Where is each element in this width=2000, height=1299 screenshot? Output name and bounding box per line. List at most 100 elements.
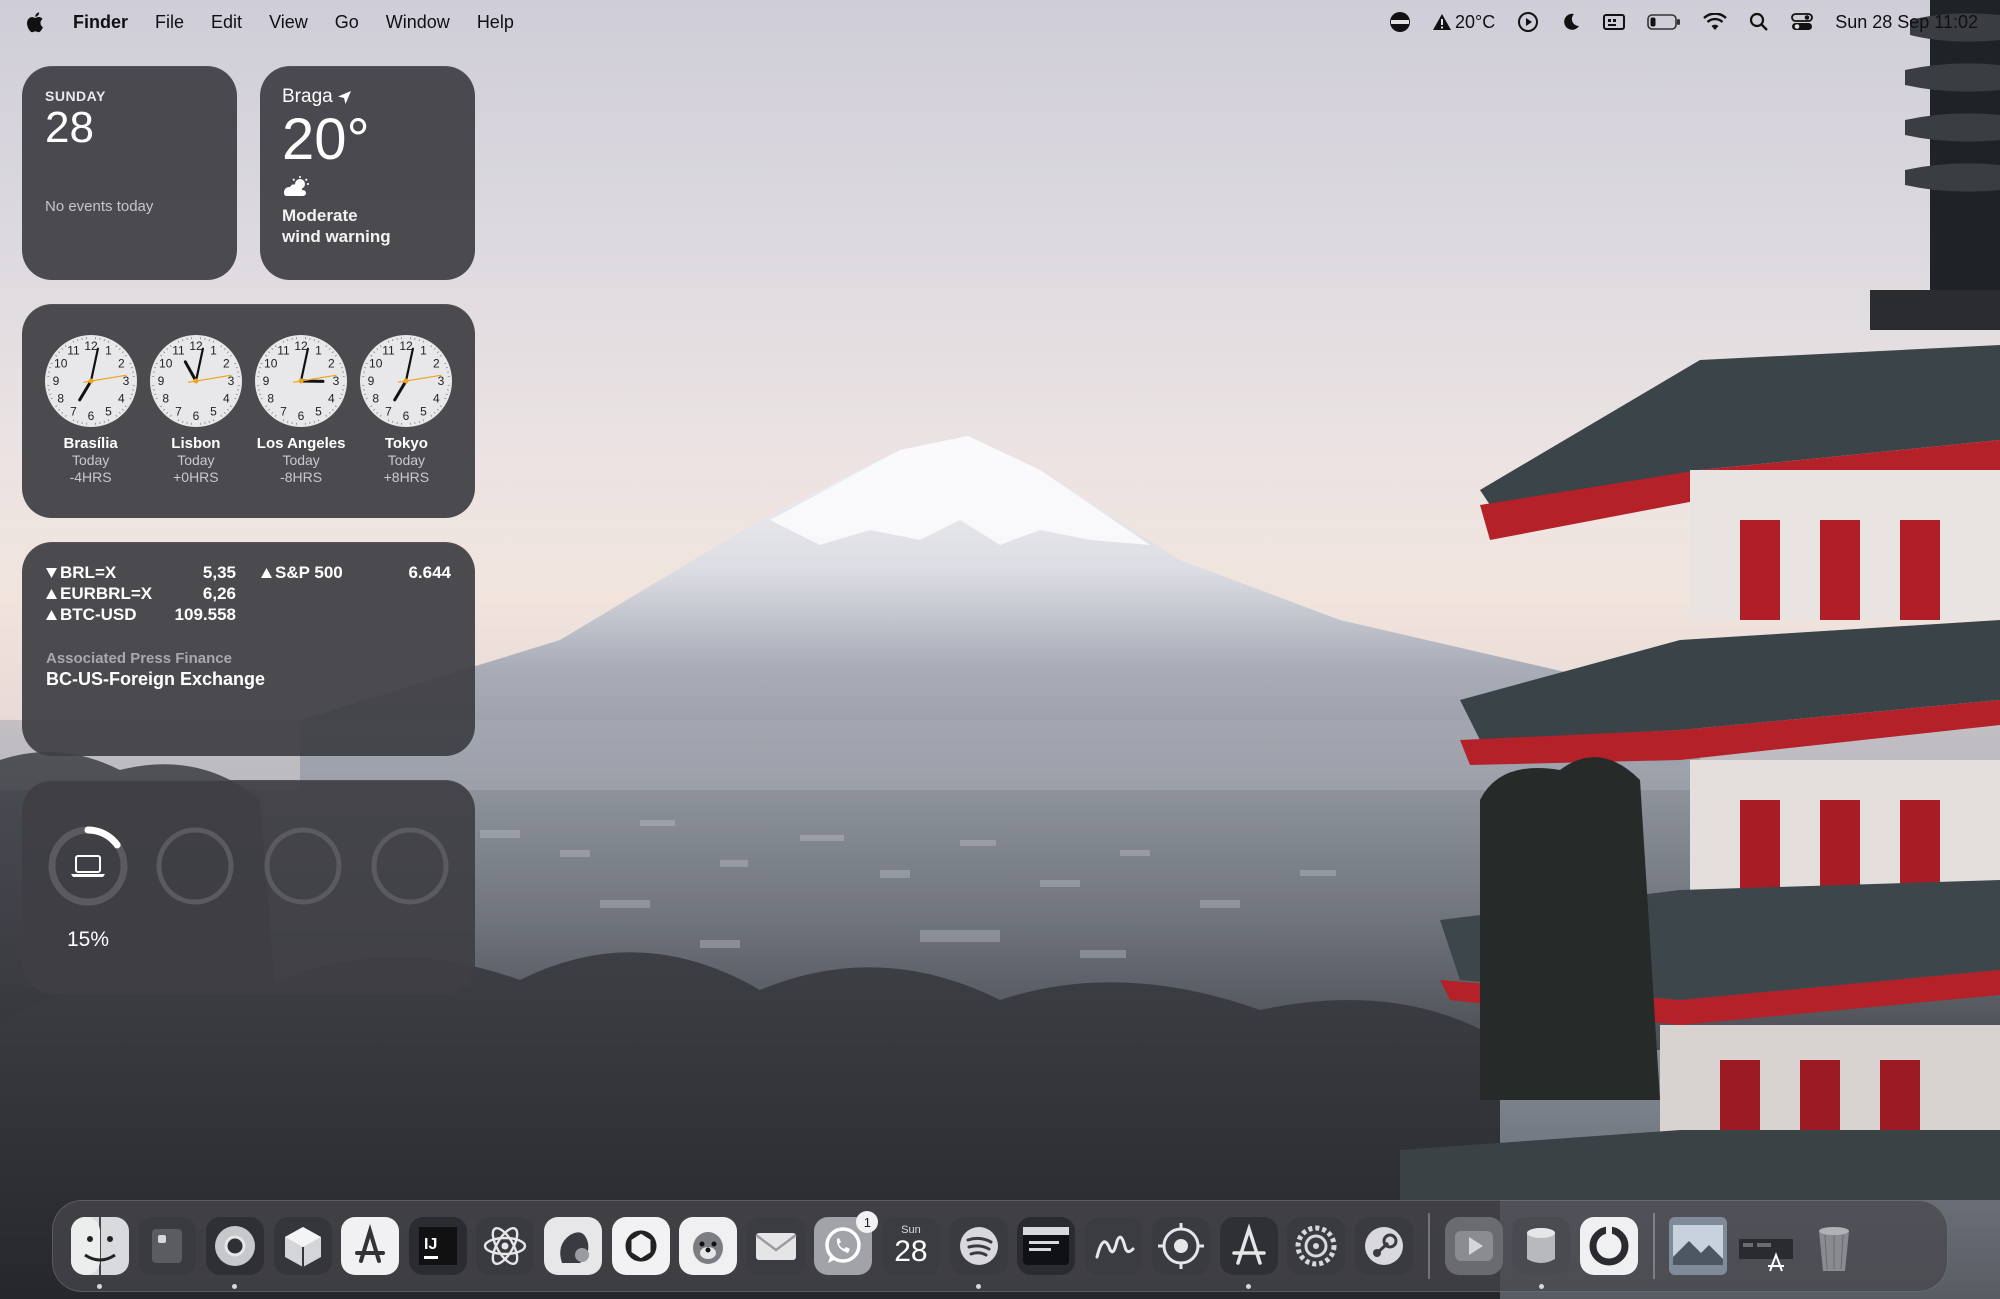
- stock-row[interactable]: BTC-USD 109.558: [46, 604, 236, 625]
- dock-item-chatgpt[interactable]: [611, 1217, 670, 1275]
- dock-item-applications-folder[interactable]: [1737, 1217, 1795, 1275]
- dock-item-signature[interactable]: [1084, 1217, 1143, 1275]
- atom-icon: [476, 1217, 535, 1275]
- world-clock-offset: -8HRS: [280, 469, 323, 485]
- world-clock-offset: +0HRS: [173, 469, 219, 485]
- stock-value: 5,35: [202, 563, 236, 582]
- xcode-tool-icon: [1219, 1217, 1278, 1275]
- world-clock-widget[interactable]: 1 2 3 4 5 6 7 8 9 10 11 12 Brasília Today -4HRS 1 2 3 4 5 6 7…: [22, 304, 475, 518]
- stock-symbol: BTC-USD: [60, 605, 137, 624]
- database-icon: [1512, 1217, 1571, 1275]
- moon-icon[interactable]: [1561, 12, 1581, 32]
- world-clock-offset: -4HRS: [69, 469, 112, 485]
- calendar-widget[interactable]: SUNDAY 28 No events today: [22, 66, 237, 280]
- dock-item-calendar[interactable]: Sun 28: [881, 1217, 940, 1275]
- chrome-icon: [205, 1217, 264, 1275]
- battery-icon[interactable]: [1647, 13, 1681, 31]
- menu-bar: Finder File Edit View Go Window Help 20°…: [0, 0, 2000, 44]
- spotify-icon: [949, 1217, 1008, 1275]
- dock-item-mail[interactable]: [746, 1217, 805, 1275]
- dock-item-app-store[interactable]: [341, 1217, 400, 1275]
- dock-item-whatsapp[interactable]: 1: [814, 1211, 879, 1275]
- svg-text:11: 11: [277, 344, 290, 358]
- dock-item-xcode-tool[interactable]: [1219, 1217, 1278, 1289]
- battery-ring-empty: [153, 824, 236, 908]
- menu-help[interactable]: Help: [477, 12, 514, 33]
- dock-item-storage[interactable]: [138, 1217, 197, 1275]
- svg-text:6: 6: [193, 409, 200, 423]
- triangle-down-icon: [46, 562, 57, 583]
- svg-text:9: 9: [158, 374, 165, 388]
- dock-item-intellij[interactable]: IJ: [408, 1217, 467, 1275]
- svg-text:7: 7: [280, 404, 287, 418]
- stocks-news-headline[interactable]: BC-US-Foreign Exchange: [46, 669, 451, 690]
- svg-text:9: 9: [368, 374, 375, 388]
- dock-item-chrome[interactable]: [205, 1217, 264, 1289]
- stocks-widget[interactable]: BRL=X 5,35 EURBRL=X 6,26 BTC-USD 109.558 S&P …: [22, 542, 475, 756]
- menubar-clock[interactable]: Sun 28 Sep 11:02: [1835, 12, 1978, 33]
- running-indicator: [1538, 1284, 1544, 1289]
- stock-row[interactable]: S&P 500 6.644: [261, 562, 451, 583]
- svg-text:7: 7: [175, 404, 182, 418]
- world-clock-item: 1 2 3 4 5 6 7 8 9 10 11 12 Brasília Today -4HRS: [39, 334, 143, 518]
- menu-window[interactable]: Window: [386, 12, 450, 33]
- keyboard-input-icon[interactable]: [1603, 13, 1626, 31]
- batteries-widget[interactable]: 15%: [22, 780, 475, 994]
- world-clock-day: Today: [387, 452, 426, 468]
- squirrel-icon: [543, 1217, 602, 1275]
- control-center-icon[interactable]: [1791, 12, 1814, 32]
- play-icon[interactable]: [1517, 11, 1539, 33]
- svg-text:5: 5: [210, 404, 217, 418]
- wifi-icon[interactable]: [1703, 13, 1728, 31]
- svg-text:5: 5: [315, 404, 322, 418]
- analog-clock-face: 1234567891011 12: [360, 335, 453, 427]
- applications-folder-icon: [1737, 1217, 1795, 1275]
- svg-text:5: 5: [421, 404, 428, 418]
- menu-app-name[interactable]: Finder: [73, 12, 128, 33]
- vpn-status-icon[interactable]: [1389, 11, 1411, 33]
- svg-text:8: 8: [57, 392, 64, 406]
- dock-item-spotify[interactable]: [949, 1217, 1008, 1289]
- dock-item-dog[interactable]: [679, 1217, 738, 1275]
- steam-icon: [1355, 1217, 1414, 1275]
- stock-row[interactable]: EURBRL=X 6,26: [46, 583, 236, 604]
- svg-text:12: 12: [400, 339, 414, 353]
- dock-item-finder[interactable]: [70, 1217, 129, 1289]
- dock-item-text-editor[interactable]: [1017, 1217, 1076, 1275]
- dock-item-atom[interactable]: [476, 1217, 535, 1275]
- finder-icon: [70, 1217, 129, 1275]
- dock-item-steam[interactable]: [1355, 1217, 1414, 1275]
- dock-item-ring-app[interactable]: [1579, 1217, 1638, 1275]
- world-clock-city: Tokyo: [384, 435, 428, 452]
- dock-item-database[interactable]: [1512, 1217, 1571, 1289]
- svg-text:10: 10: [159, 357, 173, 371]
- analog-clock-face: 1234567891011 12: [255, 335, 348, 427]
- intellij-icon: IJ: [408, 1217, 467, 1275]
- dock-item-trash[interactable]: [1805, 1217, 1863, 1275]
- svg-text:12: 12: [189, 339, 203, 353]
- stock-row[interactable]: BRL=X 5,35: [46, 562, 236, 583]
- calendar-date: 28: [45, 103, 94, 152]
- dock-item-squirrel[interactable]: [543, 1217, 602, 1275]
- weather-widget[interactable]: Braga 20° Moderate wind warning: [260, 66, 475, 280]
- svg-text:1: 1: [105, 344, 112, 358]
- stocks-left-column: BRL=X 5,35 EURBRL=X 6,26 BTC-USD 109.558: [46, 562, 236, 625]
- analog-clock-face: 1234567891011 12: [44, 335, 137, 427]
- menu-edit[interactable]: Edit: [211, 12, 242, 33]
- apple-icon[interactable]: [26, 11, 46, 33]
- dock-item-preview-folder[interactable]: [1669, 1217, 1728, 1275]
- menu-go[interactable]: Go: [335, 12, 359, 33]
- dock-separator: [1427, 1213, 1430, 1279]
- menu-file[interactable]: File: [155, 12, 184, 33]
- location-arrow-icon: [337, 90, 351, 104]
- dock-item-openai[interactable]: [1152, 1217, 1211, 1275]
- svg-text:4: 4: [328, 392, 335, 406]
- search-icon[interactable]: [1749, 12, 1769, 32]
- menu-view[interactable]: View: [269, 12, 308, 33]
- dock-item-settings[interactable]: [1287, 1217, 1346, 1275]
- dock-item-box[interactable]: [273, 1217, 332, 1275]
- weather-status[interactable]: 20°C: [1432, 12, 1495, 33]
- dock-item-video[interactable]: [1444, 1217, 1503, 1275]
- analog-clock-face: 1234567891011 12: [149, 335, 242, 427]
- svg-text:4: 4: [433, 392, 440, 406]
